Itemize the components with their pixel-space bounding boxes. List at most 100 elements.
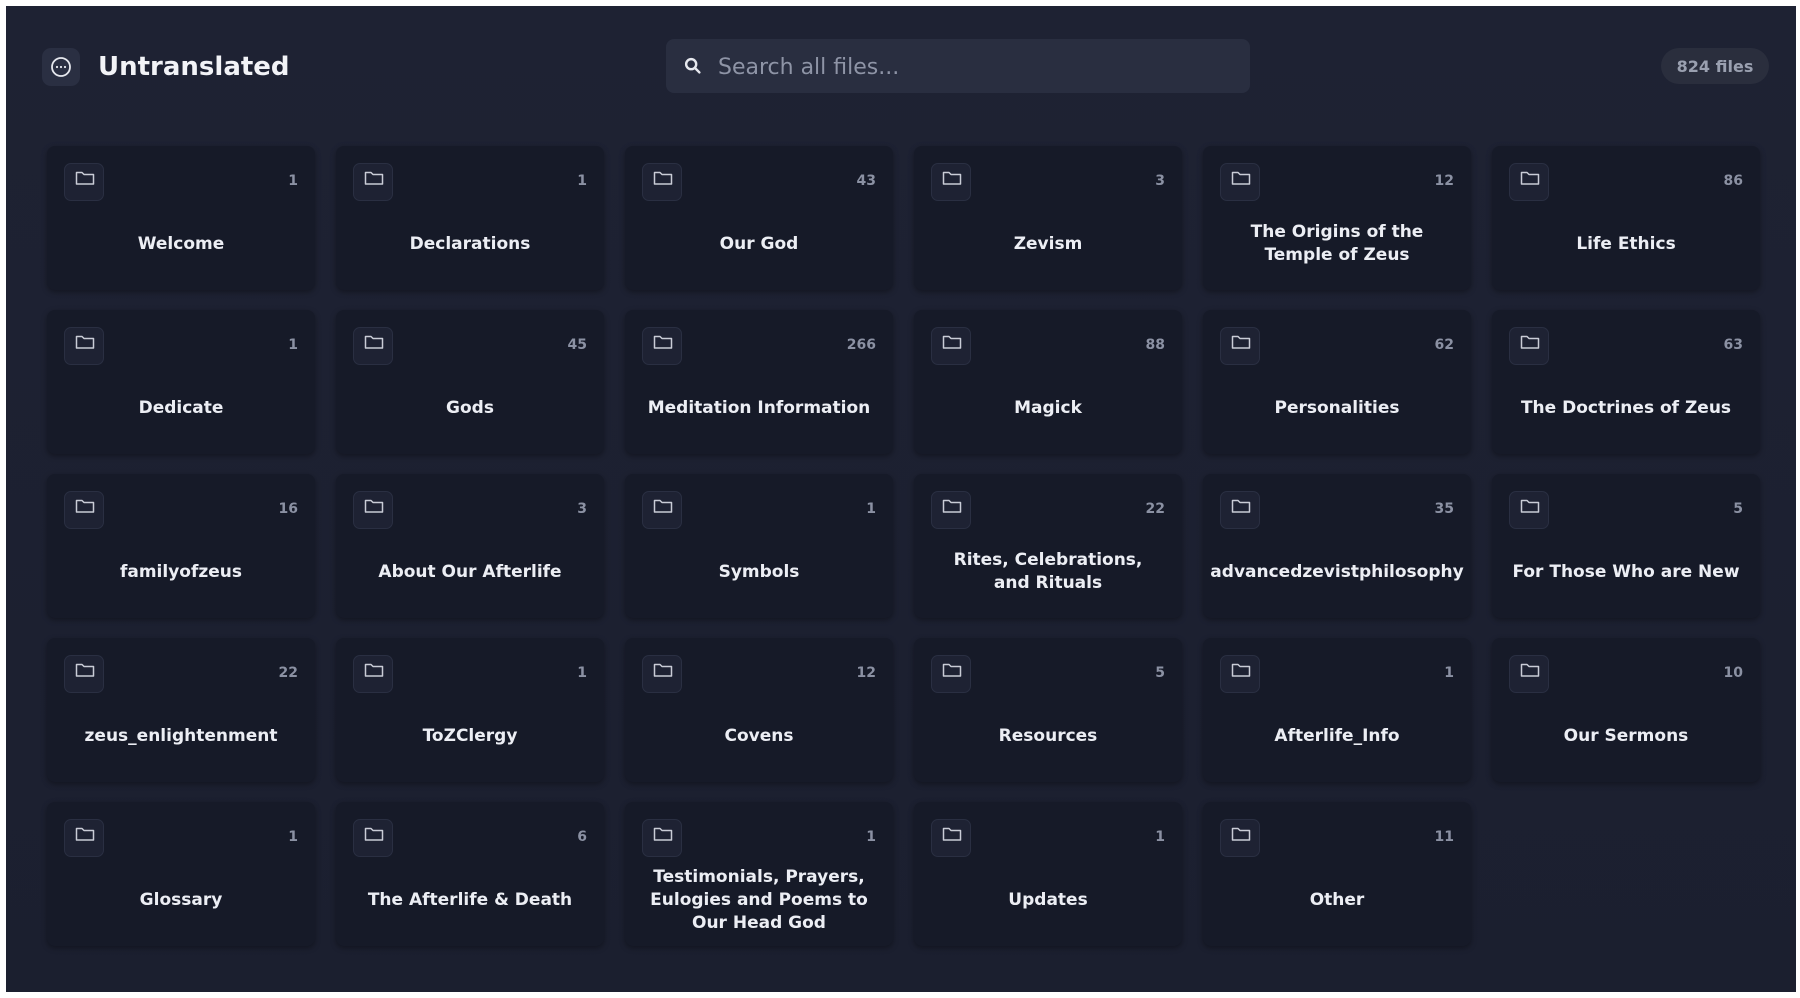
folder-name: Symbols — [718, 561, 800, 582]
folder-icon — [642, 163, 682, 201]
folder-file-count: 1 — [288, 173, 298, 189]
folder-icon — [931, 655, 971, 693]
folder-name: Other — [1309, 889, 1365, 910]
folder-icon — [1220, 163, 1260, 201]
folder-name: Personalities — [1274, 397, 1400, 418]
folder-icon — [353, 163, 393, 201]
folder-icon — [642, 491, 682, 529]
folder-card[interactable]: 3 Zevism — [914, 146, 1182, 290]
folder-card[interactable]: 63 The Doctrines of Zeus — [1492, 310, 1760, 454]
folder-name: Gods — [446, 397, 494, 418]
folder-icon — [1509, 491, 1549, 529]
folder-card[interactable]: 1 Dedicate — [47, 310, 315, 454]
folder-name: Glossary — [139, 889, 223, 910]
folder-card[interactable]: 10 Our Sermons — [1492, 638, 1760, 782]
header: Untranslated 824 files — [6, 6, 1796, 126]
folder-card[interactable]: 1 Declarations — [336, 146, 604, 290]
file-count-badge: 824 files — [1661, 48, 1769, 84]
folder-file-count: 5 — [1733, 501, 1743, 517]
folder-file-count: 43 — [856, 173, 876, 189]
folder-name: Meditation Information — [647, 397, 871, 418]
folder-icon — [642, 327, 682, 365]
folder-file-count: 11 — [1434, 829, 1454, 845]
folder-icon — [64, 163, 104, 201]
folder-file-count: 1 — [288, 337, 298, 353]
folder-file-count: 12 — [1434, 173, 1454, 189]
folder-file-count: 35 — [1434, 501, 1454, 517]
folder-icon — [642, 819, 682, 857]
folder-file-count: 1 — [866, 501, 876, 517]
folder-icon — [64, 819, 104, 857]
folder-card[interactable]: 6 The Afterlife & Death — [336, 802, 604, 946]
folder-name: Resources — [998, 725, 1098, 746]
folder-name: advancedzevistphilosophy — [1210, 561, 1464, 582]
folder-icon — [931, 163, 971, 201]
folder-file-count: 1 — [866, 829, 876, 845]
folder-file-count: 3 — [1155, 173, 1165, 189]
folder-card[interactable]: 86 Life Ethics — [1492, 146, 1760, 290]
folder-name: Dedicate — [138, 397, 224, 418]
folder-grid: 1 Welcome 1 Declarations 43 Our God 3 Ze… — [47, 146, 1760, 946]
folder-icon — [1509, 163, 1549, 201]
folder-card[interactable]: 12 Covens — [625, 638, 893, 782]
folder-file-count: 22 — [1145, 501, 1165, 517]
folder-card[interactable]: 5 For Those Who are New — [1492, 474, 1760, 618]
folder-card[interactable]: 35 advancedzevistphilosophy — [1203, 474, 1471, 618]
folder-file-count: 12 — [856, 665, 876, 681]
search-input[interactable] — [716, 39, 1240, 95]
folder-card[interactable]: 16 familyofzeus — [47, 474, 315, 618]
folder-file-count: 266 — [846, 337, 876, 353]
folder-file-count: 1 — [288, 829, 298, 845]
folder-file-count: 5 — [1155, 665, 1165, 681]
folder-card[interactable]: 266 Meditation Information — [625, 310, 893, 454]
folder-card[interactable]: 22 zeus_enlightenment — [47, 638, 315, 782]
folder-card[interactable]: 1 Welcome — [47, 146, 315, 290]
folder-name: Covens — [724, 725, 794, 746]
folder-name: Zevism — [1013, 233, 1083, 254]
folder-card[interactable]: 43 Our God — [625, 146, 893, 290]
folder-icon — [1220, 491, 1260, 529]
folder-card[interactable]: 1 Symbols — [625, 474, 893, 618]
folder-name: For Those Who are New — [1512, 561, 1740, 582]
folder-name: Rites, Celebrations, and Rituals — [953, 550, 1143, 593]
folder-icon — [64, 655, 104, 693]
folder-card[interactable]: 5 Resources — [914, 638, 1182, 782]
folder-name: Our God — [719, 233, 799, 254]
folder-card[interactable]: 1 Updates — [914, 802, 1182, 946]
folder-card[interactable]: 3 About Our Afterlife — [336, 474, 604, 618]
search-bar[interactable] — [666, 39, 1250, 95]
folder-card[interactable]: 1 Afterlife_Info — [1203, 638, 1471, 782]
folder-card[interactable]: 12 The Origins of the Temple of Zeus — [1203, 146, 1471, 290]
folder-file-count: 45 — [567, 337, 587, 353]
folder-icon — [1220, 327, 1260, 365]
folder-file-count: 1 — [1155, 829, 1165, 845]
folder-icon — [64, 327, 104, 365]
folder-file-count: 10 — [1723, 665, 1743, 681]
folder-card[interactable]: 1 Testimonials, Prayers, Eulogies and Po… — [625, 802, 893, 946]
folder-card[interactable]: 88 Magick — [914, 310, 1182, 454]
folder-card[interactable]: 22 Rites, Celebrations, and Rituals — [914, 474, 1182, 618]
folder-file-count: 3 — [577, 501, 587, 517]
folder-card[interactable]: 11 Other — [1203, 802, 1471, 946]
folder-icon — [353, 327, 393, 365]
folder-file-count: 1 — [1444, 665, 1454, 681]
folder-file-count: 62 — [1434, 337, 1454, 353]
folder-name: The Afterlife & Death — [367, 889, 573, 910]
folder-icon — [353, 819, 393, 857]
folder-name: ToZClergy — [422, 725, 518, 746]
search-icon — [684, 57, 701, 74]
folder-card[interactable]: 45 Gods — [336, 310, 604, 454]
folder-icon — [1509, 327, 1549, 365]
folder-file-count: 16 — [278, 501, 298, 517]
folder-card[interactable]: 1 ToZClergy — [336, 638, 604, 782]
folder-name: Welcome — [137, 233, 225, 254]
folder-name: The Origins of the Temple of Zeus — [1250, 222, 1424, 265]
folder-file-count: 6 — [577, 829, 587, 845]
folder-icon — [353, 655, 393, 693]
folder-icon — [931, 819, 971, 857]
folder-icon — [1509, 655, 1549, 693]
folder-name: familyofzeus — [119, 561, 243, 582]
folder-icon — [353, 491, 393, 529]
folder-card[interactable]: 1 Glossary — [47, 802, 315, 946]
folder-card[interactable]: 62 Personalities — [1203, 310, 1471, 454]
